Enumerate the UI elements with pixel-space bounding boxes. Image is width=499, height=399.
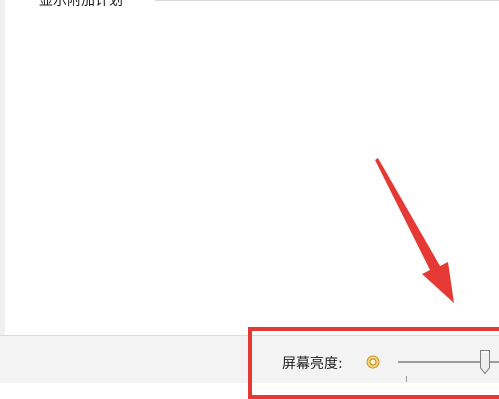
slider-tick — [406, 376, 407, 382]
section-header: 显示附加计划 — [39, 0, 123, 11]
brightness-slider[interactable] — [396, 349, 499, 382]
section-title[interactable]: 显示附加计划 — [39, 0, 123, 10]
section-divider-line — [155, 0, 499, 1]
sun-icon — [366, 355, 380, 369]
slider-thumb[interactable] — [479, 349, 491, 375]
brightness-label: 屏幕亮度: — [282, 356, 343, 372]
red-arrow-annotation — [375, 158, 454, 303]
